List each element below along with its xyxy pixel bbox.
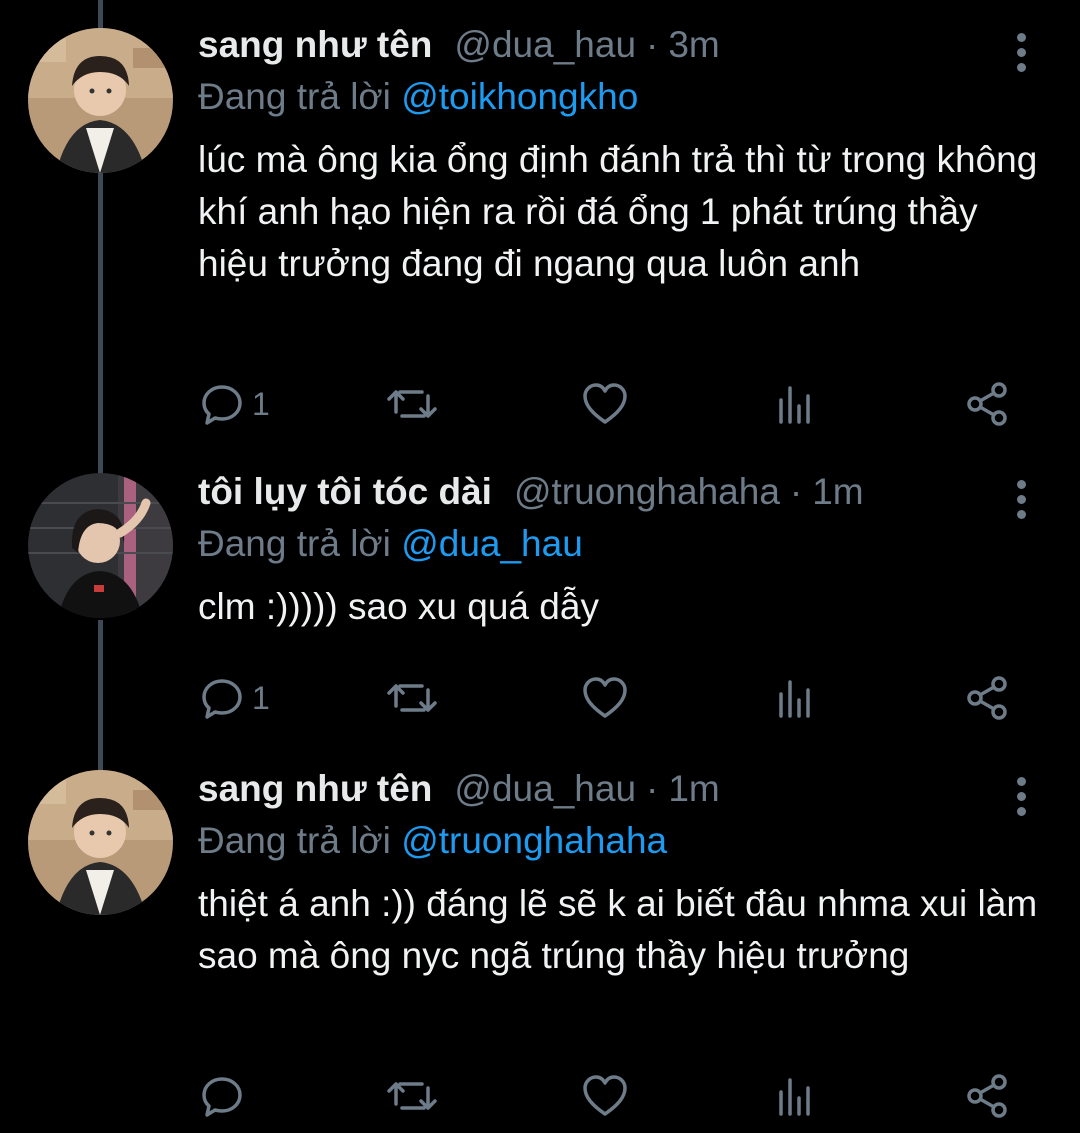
reply-button[interactable] [200,1068,252,1124]
avatar[interactable] [28,770,173,915]
display-name[interactable]: tôi lụy tôi tóc dài [198,471,492,513]
mention-link[interactable]: @truonghahaha [401,820,667,861]
reply-icon [202,385,242,425]
tweet-text: clm :))))) sao xu quá dẫy [198,586,599,627]
reply-count: 1 [252,385,270,422]
share-icon [967,382,1007,426]
thread-line [98,172,103,475]
like-button[interactable] [582,670,628,726]
username-handle[interactable]: @truonghahaha [514,471,780,513]
reply-icon [202,679,242,719]
more-vertical-icon[interactable] [1006,473,1036,525]
tweet-header: sang như tên @dua_hau · 3m [198,24,1040,76]
like-button[interactable] [582,1068,628,1124]
avatar[interactable] [28,28,173,173]
timestamp[interactable]: 1m [668,768,719,810]
username-handle[interactable]: @dua_hau [454,24,636,66]
share-icon [967,676,1007,720]
avatar[interactable] [28,473,173,618]
mention-link[interactable]: @toikhongkho [401,76,638,117]
more-vertical-icon[interactable] [1006,26,1036,78]
share-button[interactable] [966,376,1010,432]
heart-icon [583,383,627,424]
thread-line [98,620,103,770]
stats-button[interactable] [776,1068,816,1124]
share-icon [967,1074,1007,1118]
share-button[interactable] [966,670,1010,726]
heart-icon [583,677,627,718]
share-button[interactable] [966,1068,1010,1124]
stats-button[interactable] [776,376,816,432]
stats-button[interactable] [776,670,816,726]
stats-icon [779,680,810,718]
like-button[interactable] [582,376,628,432]
stats-icon [779,1078,810,1116]
reply-button[interactable]: 1 [200,670,270,726]
replying-to-label: Đang trả lời [198,76,402,117]
replying-to: Đang trả lời @dua_hau [198,523,1040,575]
tweet-text: thiệt á anh :)) đáng lẽ sẽ k ai biết đâu… [198,883,1038,976]
more-vertical-icon[interactable] [1006,770,1036,822]
action-bar [198,1068,1018,1124]
tweet-header: sang như tên @dua_hau · 1m [198,768,1040,820]
reply-icon [202,1077,242,1117]
tweet-text: lúc mà ông kia ổng định đánh trả thì từ … [198,139,1038,284]
display-name[interactable]: sang như tên [198,24,432,66]
retweet-button[interactable] [386,376,438,432]
separator-dot: · [789,471,803,512]
retweet-icon [387,1082,437,1110]
username-handle[interactable]: @dua_hau [454,768,636,810]
display-name[interactable]: sang như tên [198,768,432,810]
replying-to: Đang trả lời @truonghahaha [198,820,1040,872]
separator-dot: · [646,24,659,65]
reply-button[interactable]: 1 [200,376,270,432]
stats-icon [779,386,810,424]
retweet-button[interactable] [386,670,438,726]
retweet-icon [387,684,437,712]
retweet-button[interactable] [386,1068,438,1124]
heart-icon [583,1075,627,1116]
reply-count: 1 [252,679,270,716]
retweet-icon [387,390,437,418]
tweet-header: tôi lụy tôi tóc dài @truonghahaha · 1m [198,471,1040,523]
replying-to-label: Đang trả lời [198,523,402,564]
separator-dot: · [646,768,659,809]
action-bar: 1 [198,670,1018,726]
thread-line [98,0,103,30]
mention-link[interactable]: @dua_hau [401,523,583,564]
replying-to: Đang trả lời @toikhongkho [198,76,1040,128]
timestamp[interactable]: 1m [812,471,863,513]
timestamp[interactable]: 3m [668,24,719,66]
action-bar: 1 [198,376,1018,432]
replying-to-label: Đang trả lời [198,820,402,861]
